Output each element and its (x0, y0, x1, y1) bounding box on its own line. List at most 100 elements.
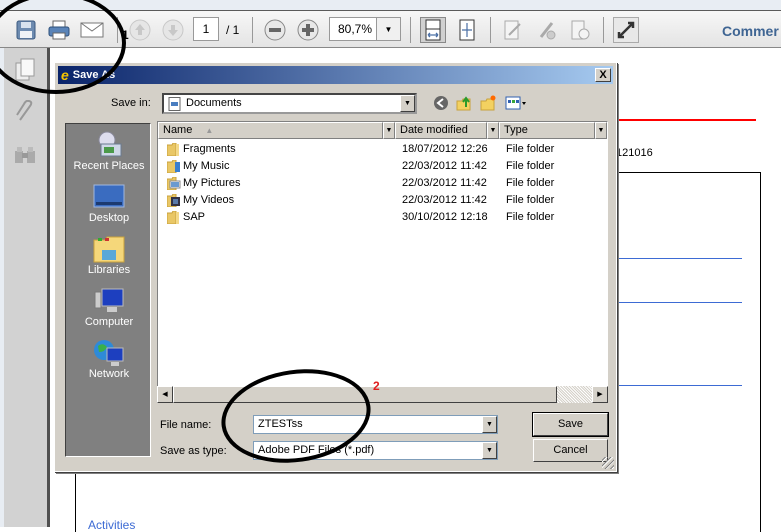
save-in-dropdown-button[interactable]: ▼ (400, 95, 415, 112)
chevron-down-icon: ▼ (385, 127, 393, 134)
file-row[interactable]: Fragments 18/07/2012 12:26 File folder (158, 141, 607, 158)
annotation-marker-1: 1 (122, 28, 129, 42)
annotation-marker-2: 2 (373, 379, 380, 393)
navigation-pane (0, 48, 50, 527)
close-icon: X (599, 69, 607, 81)
place-network[interactable]: Network (66, 338, 152, 380)
page-up-icon[interactable] (127, 17, 153, 43)
pictures-folder-icon (167, 177, 181, 190)
zoom-in-icon[interactable] (295, 17, 321, 43)
window-top-strip (0, 0, 781, 10)
file-date: 22/03/2012 11:42 (402, 194, 487, 206)
file-name: My Pictures (183, 177, 241, 189)
fit-width-icon[interactable] (420, 17, 446, 43)
file-row[interactable]: My Videos 22/03/2012 11:42 File folder (158, 192, 607, 209)
dialog-titlebar[interactable]: e Save As X (58, 66, 613, 84)
computer-icon (94, 288, 124, 312)
network-icon (94, 340, 124, 366)
close-button[interactable]: X (595, 68, 611, 82)
document-number: 121016 (616, 147, 653, 159)
chevron-down-icon: ▼ (597, 127, 605, 134)
scroll-right-button[interactable]: ▶ (592, 386, 608, 403)
music-folder-icon (167, 160, 180, 173)
column-header-name[interactable]: Name ▲ (158, 122, 383, 139)
file-name-dropdown-button[interactable]: ▼ (482, 416, 497, 433)
column-filter-date[interactable]: ▼ (487, 122, 499, 139)
signature-icon[interactable] (534, 17, 560, 43)
page-down-icon[interactable] (160, 17, 186, 43)
cancel-button[interactable]: Cancel (533, 439, 608, 462)
scroll-left-button[interactable]: ◀ (157, 386, 173, 403)
column-filter-type[interactable]: ▼ (595, 122, 607, 139)
place-computer[interactable]: Computer (66, 286, 152, 328)
chevron-left-icon: ◀ (162, 391, 168, 398)
chevron-down-icon: ▼ (486, 447, 493, 454)
folder-icon (167, 143, 179, 156)
new-folder-icon[interactable] (479, 95, 497, 111)
resize-grip[interactable] (602, 457, 614, 469)
file-name: SAP (183, 211, 206, 223)
chevron-down-icon: ▼ (486, 421, 493, 428)
file-type: File folder (506, 211, 555, 223)
place-desktop[interactable]: Desktop (66, 182, 152, 224)
file-date: 18/07/2012 12:26 (402, 143, 488, 155)
horizontal-scrollbar[interactable]: ◀ ▶ (157, 386, 608, 403)
document-blue-rule (616, 385, 742, 386)
chevron-down-icon: ▼ (384, 24, 393, 34)
save-as-type-dropdown-button[interactable]: ▼ (482, 442, 497, 459)
document-blue-rule (616, 258, 742, 259)
sort-ascending-icon: ▲ (205, 126, 214, 135)
file-type: File folder (506, 194, 555, 206)
scroll-track[interactable] (557, 386, 592, 403)
document-red-rule (616, 119, 756, 121)
file-row[interactable]: My Pictures 22/03/2012 11:42 File folder (158, 175, 607, 192)
file-type: File folder (506, 143, 555, 155)
page-number-input[interactable]: 1 (193, 17, 219, 41)
chevron-down-icon: ▼ (404, 100, 411, 107)
chevron-down-icon: ▼ (489, 127, 497, 134)
fit-page-icon[interactable] (454, 17, 480, 43)
place-label: Desktop (88, 212, 130, 224)
file-date: 22/03/2012 11:42 (402, 177, 487, 189)
file-type: File folder (506, 177, 555, 189)
column-header-type[interactable]: Type (499, 122, 595, 139)
libraries-icon (93, 236, 125, 263)
desktop-icon (93, 184, 125, 208)
file-list: Name ▲ ▼ Date modified ▼ Type ▼ Fragment… (157, 121, 608, 403)
place-label: Network (88, 368, 130, 380)
fullscreen-icon[interactable] (613, 17, 639, 43)
file-name: My Music (183, 160, 230, 172)
page-total: / 1 (226, 23, 240, 37)
timestamp-icon[interactable] (567, 17, 593, 43)
save-button[interactable]: Save (532, 412, 609, 437)
comment-tab[interactable]: Commer (722, 23, 779, 39)
file-name-label: File name: (160, 419, 212, 431)
file-row[interactable]: My Music 22/03/2012 11:42 File folder (158, 158, 607, 175)
zoom-out-icon[interactable] (262, 17, 288, 43)
place-libraries[interactable]: Libraries (66, 234, 152, 276)
zoom-dropdown-button[interactable]: ▼ (376, 17, 401, 41)
file-name: Fragments (183, 143, 236, 155)
attachment-icon[interactable] (14, 99, 36, 129)
search-binoculars-icon[interactable] (13, 145, 37, 168)
activities-link[interactable]: Activities (88, 518, 135, 532)
column-header-date[interactable]: Date modified (395, 122, 487, 139)
save-in-select[interactable]: Documents (162, 93, 417, 114)
sign-icon[interactable] (500, 17, 526, 43)
save-in-label: Save in: (111, 97, 151, 109)
place-recent-places[interactable]: Recent Places (66, 130, 152, 172)
back-icon[interactable] (432, 95, 450, 111)
file-row[interactable]: SAP 30/10/2012 12:18 File folder (158, 209, 607, 226)
save-in-value: Documents (186, 97, 242, 109)
column-filter-name[interactable]: ▼ (383, 122, 395, 139)
videos-folder-icon (167, 194, 180, 207)
places-bar: Recent Places Desktop Libraries Computer… (65, 123, 151, 457)
place-label: Computer (84, 316, 134, 328)
folder-icon (167, 211, 179, 224)
up-folder-icon[interactable] (455, 95, 473, 111)
documents-icon (168, 97, 181, 117)
left-edge (0, 48, 4, 527)
file-date: 30/10/2012 12:18 (402, 211, 488, 223)
view-menu-icon[interactable] (505, 95, 527, 111)
chevron-right-icon: ▶ (597, 391, 603, 398)
